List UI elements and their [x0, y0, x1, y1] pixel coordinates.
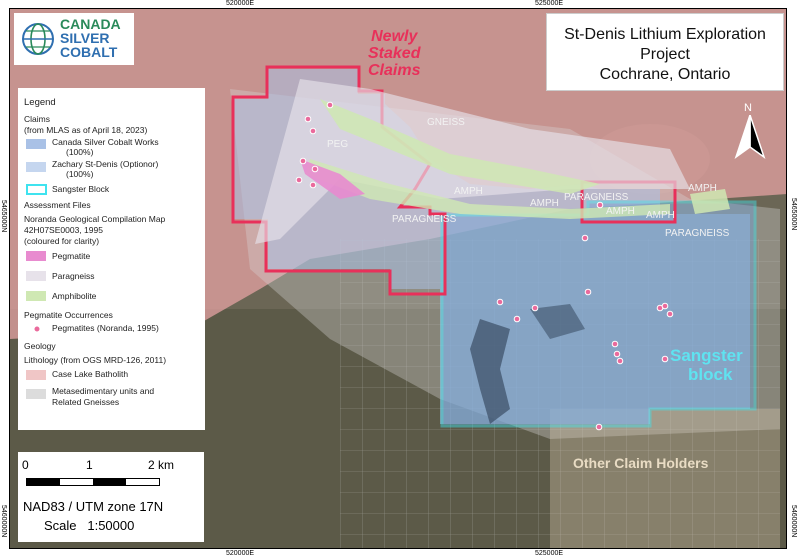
scale-tick-2: 2 km: [148, 458, 175, 472]
pegmatite-marker: [304, 115, 312, 123]
legend-noranda-2: 42H07SE0003, 1995: [24, 225, 103, 235]
map-legend: Legend Claims (from MLAS as of April 18,…: [18, 88, 205, 430]
legend-claims-sub: (from MLAS as of April 18, 2023): [24, 125, 148, 135]
label-paragneiss-1: PARAGNEISS: [392, 214, 457, 225]
pegmatite-marker: [513, 315, 521, 323]
newly-staked-claims-callout: Newly Staked Claims: [368, 28, 421, 79]
pegmatite-marker: [295, 176, 303, 184]
pegmatite-marker: [309, 127, 317, 135]
legend-occurrence-item: Pegmatites (Noranda, 1995): [52, 323, 159, 333]
pegmatite-occurrence-icon: [33, 325, 41, 333]
pegmatite-marker: [595, 423, 603, 431]
label-amph-3: AMPH: [606, 206, 635, 217]
pegmatite-marker: [613, 350, 621, 358]
pegmatite-marker: [326, 101, 334, 109]
legend-amphibolite: Amphibolite: [52, 291, 97, 301]
coord-left-5460000n: 5460000N: [0, 505, 7, 538]
swatch-metasedimentary: [26, 389, 46, 399]
label-peg: PEG: [327, 139, 349, 150]
scale-bar: [26, 478, 160, 486]
scale-text: Scale 1:50000: [44, 518, 135, 533]
globe-icon: [22, 23, 54, 55]
legend-pegmatite: Pegmatite: [52, 251, 91, 261]
datum-text: NAD83 / UTM zone 17N: [23, 499, 164, 514]
coord-right-5460000n: 5460000N: [790, 505, 797, 538]
legend-meta-1: Metasedimentary units and: [52, 386, 155, 396]
title-line-3: Cochrane, Ontario: [599, 66, 731, 83]
title-line-2: Project: [640, 46, 690, 63]
title-line-1: St-Denis Lithium Exploration: [564, 26, 766, 43]
map-frame: 520000E 525000E 520000E 525000E 5465000N…: [0, 0, 800, 560]
legend-sangster: Sangster Block: [52, 184, 110, 194]
label-gneiss: GNEISS: [427, 117, 465, 128]
north-arrow-icon: N: [734, 102, 766, 159]
pegmatite-marker: [611, 340, 619, 348]
map-title-box: St-Denis Lithium Exploration Project Coc…: [546, 13, 784, 91]
legend-geology: Geology: [24, 341, 56, 351]
legend-noranda-1: Noranda Geological Compilation Map: [24, 214, 166, 224]
legend-zachary-2: (100%): [66, 169, 94, 179]
legend-zachary: Zachary St-Denis (Optionor): [52, 159, 159, 169]
legend-paragneiss: Paragneiss: [52, 271, 95, 281]
label-amph-2: AMPH: [530, 198, 559, 209]
label-amph-1: AMPH: [454, 186, 483, 197]
swatch-zachary: [26, 162, 46, 172]
legend-csc-2: (100%): [66, 147, 94, 157]
pegmatite-marker: [666, 310, 674, 318]
pegmatite-marker: [616, 357, 624, 365]
swatch-case-lake: [26, 370, 46, 380]
pegmatite-marker: [584, 288, 592, 296]
coord-top-520000e: 520000E: [226, 0, 255, 7]
legend-noranda-3: (coloured for clarity): [24, 236, 100, 246]
scale-box: 0 1 2 km NAD83 / UTM zone 17N Scale 1:50…: [18, 452, 204, 542]
legend-case-lake: Case Lake Batholith: [52, 369, 129, 379]
north-label: N: [744, 102, 752, 114]
label-paragneiss-2: PARAGNEISS: [564, 192, 629, 203]
logo-text: CANADA SILVER COBALT: [60, 16, 121, 60]
coord-bottom-520000e: 520000E: [226, 550, 255, 557]
swatch-amphibolite: [26, 291, 46, 301]
pegmatite-marker: [661, 355, 669, 363]
pegmatite-marker: [581, 234, 589, 242]
coord-left-5465000n: 5465000N: [0, 200, 7, 233]
pegmatite-marker: [311, 165, 319, 173]
label-amph-4: AMPH: [646, 210, 675, 221]
coord-right-5465000n: 5465000N: [790, 198, 797, 231]
pegmatite-marker: [596, 201, 604, 209]
swatch-pegmatite: [26, 251, 46, 261]
legend-meta-2: Related Gneisses: [52, 397, 120, 407]
pegmatite-marker: [309, 181, 317, 189]
scale-tick-0: 0: [22, 458, 29, 472]
pegmatite-marker: [661, 302, 669, 310]
label-paragneiss-3: PARAGNEISS: [665, 228, 730, 239]
pegmatite-marker: [299, 157, 307, 165]
swatch-paragneiss: [26, 271, 46, 281]
swatch-sangster: [26, 184, 47, 195]
sangster-block-callout: Sangster block: [670, 346, 743, 384]
legend-heading: Legend: [24, 97, 56, 108]
swatch-csc: [26, 139, 46, 149]
scale-tick-1: 1: [86, 458, 93, 472]
pegmatite-marker: [496, 298, 504, 306]
legend-assessment: Assessment Files: [24, 200, 91, 210]
other-claim-holders-label: Other Claim Holders: [573, 455, 709, 471]
legend-claims-title: Claims: [24, 114, 50, 124]
company-logo: CANADA SILVER COBALT: [14, 13, 134, 65]
legend-csc: Canada Silver Cobalt Works: [52, 137, 159, 147]
legend-lithology: Lithology (from OGS MRD-126, 2011): [24, 355, 167, 365]
legend-occurrences-title: Pegmatite Occurrences: [24, 310, 113, 320]
label-amph-5: AMPH: [688, 183, 717, 194]
pegmatite-marker: [531, 304, 539, 312]
coord-bottom-525000e: 525000E: [535, 550, 564, 557]
coord-top-525000e: 525000E: [535, 0, 564, 7]
